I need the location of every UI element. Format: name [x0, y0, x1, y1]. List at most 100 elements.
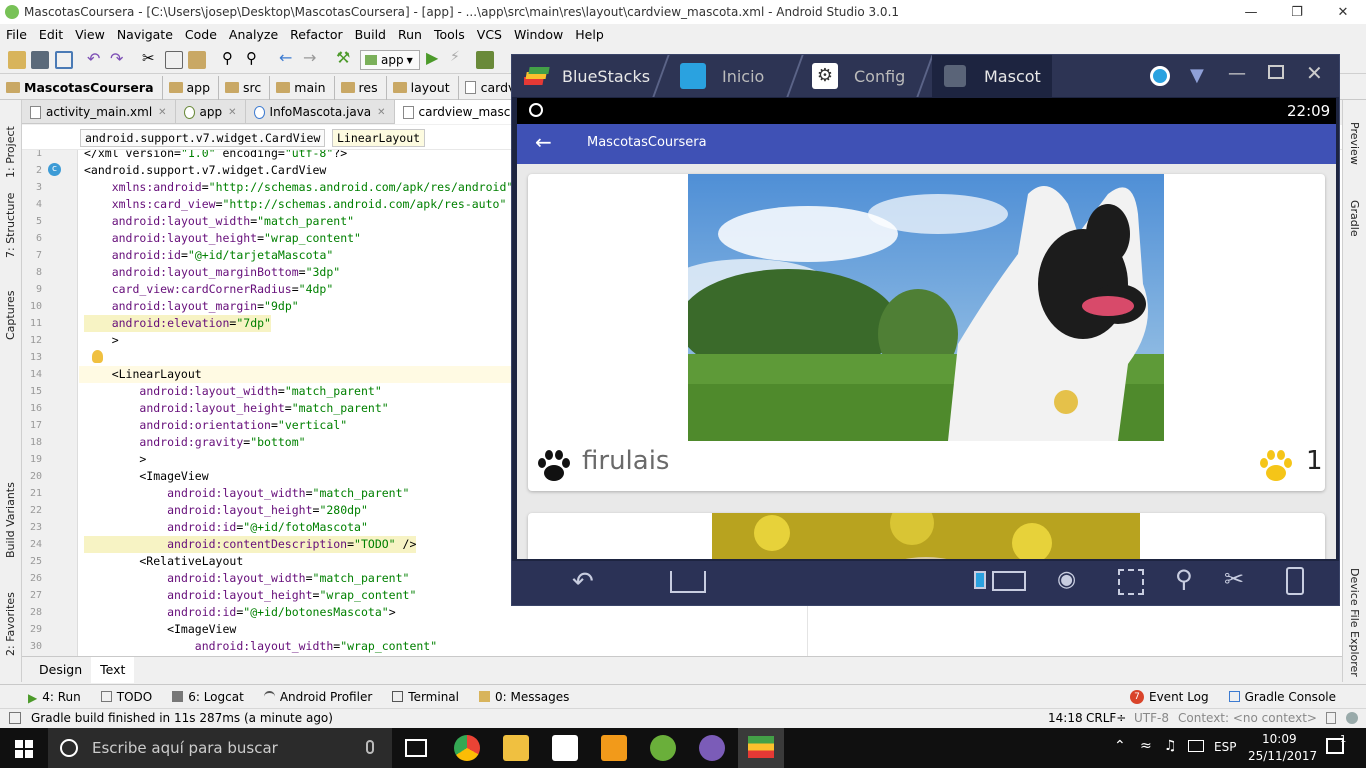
location-icon[interactable]: ⚲	[1175, 565, 1193, 593]
line-separator[interactable]: CRLF÷	[1086, 711, 1126, 725]
minimize-button[interactable]: —	[1228, 0, 1274, 24]
copy-icon[interactable]	[165, 51, 183, 69]
redo-icon[interactable]: ↷	[110, 49, 128, 68]
language-indicator[interactable]: ESP	[1214, 740, 1236, 754]
logcat-tool-button[interactable]: 6: Logcat	[162, 690, 254, 704]
gradle-console-button[interactable]: Gradle Console	[1219, 690, 1366, 704]
fullscreen-icon[interactable]	[1118, 569, 1144, 595]
crumb-src[interactable]: src	[219, 75, 271, 100]
keyboard-icon[interactable]	[992, 571, 1026, 591]
lightbulb-icon[interactable]	[92, 350, 103, 363]
menu-navigate[interactable]: Navigate	[111, 27, 179, 42]
maximize-button[interactable]: ❐	[1274, 0, 1320, 24]
show-hidden-icons[interactable]: ⌃	[1114, 738, 1126, 754]
tab-infomascota[interactable]: InfoMascota.java ✕	[246, 100, 395, 124]
crumb-linearlayout[interactable]: LinearLayout	[332, 129, 426, 147]
cut-icon[interactable]: ✂	[142, 49, 160, 67]
back-icon[interactable]: ←	[279, 48, 297, 67]
menu-tools[interactable]: Tools	[428, 27, 471, 42]
close-icon[interactable]: ✕	[377, 107, 385, 118]
back-arrow-icon[interactable]: ←	[535, 130, 552, 154]
windows-start-icon[interactable]	[15, 740, 33, 758]
visibility-icon[interactable]: ◉	[1057, 567, 1076, 592]
pet-card[interactable]	[528, 513, 1325, 559]
bluestacks-taskbar-button[interactable]	[738, 728, 784, 768]
keyboard-layout-icon[interactable]	[1188, 740, 1204, 752]
crumb-layout[interactable]: layout	[387, 75, 459, 100]
menu-run[interactable]: Run	[392, 27, 428, 42]
crumb-app[interactable]: app	[163, 75, 220, 100]
menu-vcs[interactable]: VCS	[471, 27, 508, 42]
terminal-tool-button[interactable]: Terminal	[382, 690, 469, 704]
status-window-icon[interactable]	[9, 712, 21, 724]
device-file-explorer-button[interactable]: Device File Explorer	[1348, 568, 1361, 677]
captures-tool-button[interactable]: Captures	[4, 291, 17, 340]
profiler-tool-button[interactable]: Android Profiler	[254, 690, 382, 704]
crumb-project[interactable]: MascotasCoursera	[0, 75, 163, 100]
bs-minimize-icon[interactable]: —	[1228, 63, 1246, 84]
build-variants-tool-button[interactable]: Build Variants	[4, 482, 17, 558]
sublime-icon[interactable]	[601, 735, 627, 761]
account-icon[interactable]	[1150, 66, 1170, 86]
taskbar-date[interactable]: 25/11/2017	[1248, 749, 1317, 763]
close-button[interactable]: ✕	[1320, 0, 1366, 24]
android-home-icon[interactable]	[670, 571, 706, 593]
rotate-icon[interactable]	[974, 571, 986, 589]
bs-tab-mascot[interactable]: Mascot	[932, 55, 1052, 97]
project-tool-button[interactable]: 1: Project	[4, 126, 17, 178]
replace-icon[interactable]: ⚲	[246, 49, 264, 67]
menu-analyze[interactable]: Analyze	[223, 27, 284, 42]
shake-icon[interactable]	[1286, 567, 1304, 595]
crumb-main[interactable]: main	[270, 75, 335, 100]
crumb-res[interactable]: res	[335, 75, 387, 100]
scissors-icon[interactable]: ✂	[1224, 565, 1244, 593]
taskbar-search[interactable]: Escribe aquí para buscar	[48, 728, 392, 768]
taskbar-time[interactable]: 10:09	[1262, 732, 1297, 746]
messages-tool-button[interactable]: 0: Messages	[469, 690, 579, 704]
lock-icon[interactable]	[1326, 712, 1336, 724]
file-explorer-icon[interactable]	[503, 735, 529, 761]
menu-dropdown-icon[interactable]: ▼	[1190, 65, 1204, 86]
sync-icon[interactable]	[55, 51, 73, 69]
menu-view[interactable]: View	[69, 27, 111, 42]
close-icon[interactable]: ✕	[158, 107, 166, 118]
volume-icon[interactable]: ♫	[1164, 738, 1177, 754]
forward-icon[interactable]: →	[303, 48, 321, 67]
bs-maximize-icon[interactable]	[1268, 65, 1284, 79]
github-icon[interactable]	[699, 735, 725, 761]
store-icon[interactable]	[552, 735, 578, 761]
tab-app[interactable]: app ✕	[176, 100, 246, 124]
bs-tab-config[interactable]: ⚙ Config	[812, 55, 905, 97]
context-indicator[interactable]: Context: <no context>	[1178, 711, 1317, 725]
structure-tool-button[interactable]: 7: Structure	[4, 193, 17, 258]
favorites-tool-button[interactable]: 2: Favorites	[4, 592, 17, 656]
todo-tool-button[interactable]: TODO	[91, 690, 162, 704]
class-gutter-icon[interactable]: c	[48, 163, 61, 176]
menu-refactor[interactable]: Refactor	[284, 27, 348, 42]
undo-icon[interactable]: ↶	[87, 49, 105, 68]
close-icon[interactable]: ✕	[228, 107, 236, 118]
task-view-icon[interactable]	[405, 739, 427, 757]
preview-tool-button[interactable]: Preview	[1348, 122, 1361, 165]
open-folder-icon[interactable]	[8, 51, 26, 69]
menu-file[interactable]: File	[0, 27, 33, 42]
chrome-icon[interactable]	[454, 735, 480, 761]
find-icon[interactable]: ⚲	[222, 49, 240, 67]
menu-edit[interactable]: Edit	[33, 27, 69, 42]
caret-position[interactable]: 14:18	[1048, 711, 1083, 725]
bs-close-icon[interactable]: ✕	[1306, 61, 1323, 85]
apply-changes-icon[interactable]: ⚡	[450, 49, 468, 67]
crumb-cardview[interactable]: android.support.v7.widget.CardView	[80, 129, 326, 147]
like-paw-icon[interactable]	[1256, 446, 1296, 486]
file-encoding[interactable]: UTF-8	[1134, 711, 1169, 725]
menu-code[interactable]: Code	[179, 27, 223, 42]
status-message[interactable]: Gradle build finished in 11s 287ms (a mi…	[31, 711, 333, 725]
tab-activity-main[interactable]: activity_main.xml ✕	[22, 100, 176, 124]
make-project-icon[interactable]: ⚒	[336, 48, 354, 67]
android-back-icon[interactable]: ↶	[572, 567, 594, 597]
event-log-button[interactable]: 7 Event Log	[1120, 689, 1219, 704]
bs-tab-inicio[interactable]: Inicio	[680, 55, 764, 97]
tab-text[interactable]: Text	[91, 656, 135, 683]
save-icon[interactable]	[31, 51, 49, 69]
tab-design[interactable]: Design	[30, 657, 91, 683]
